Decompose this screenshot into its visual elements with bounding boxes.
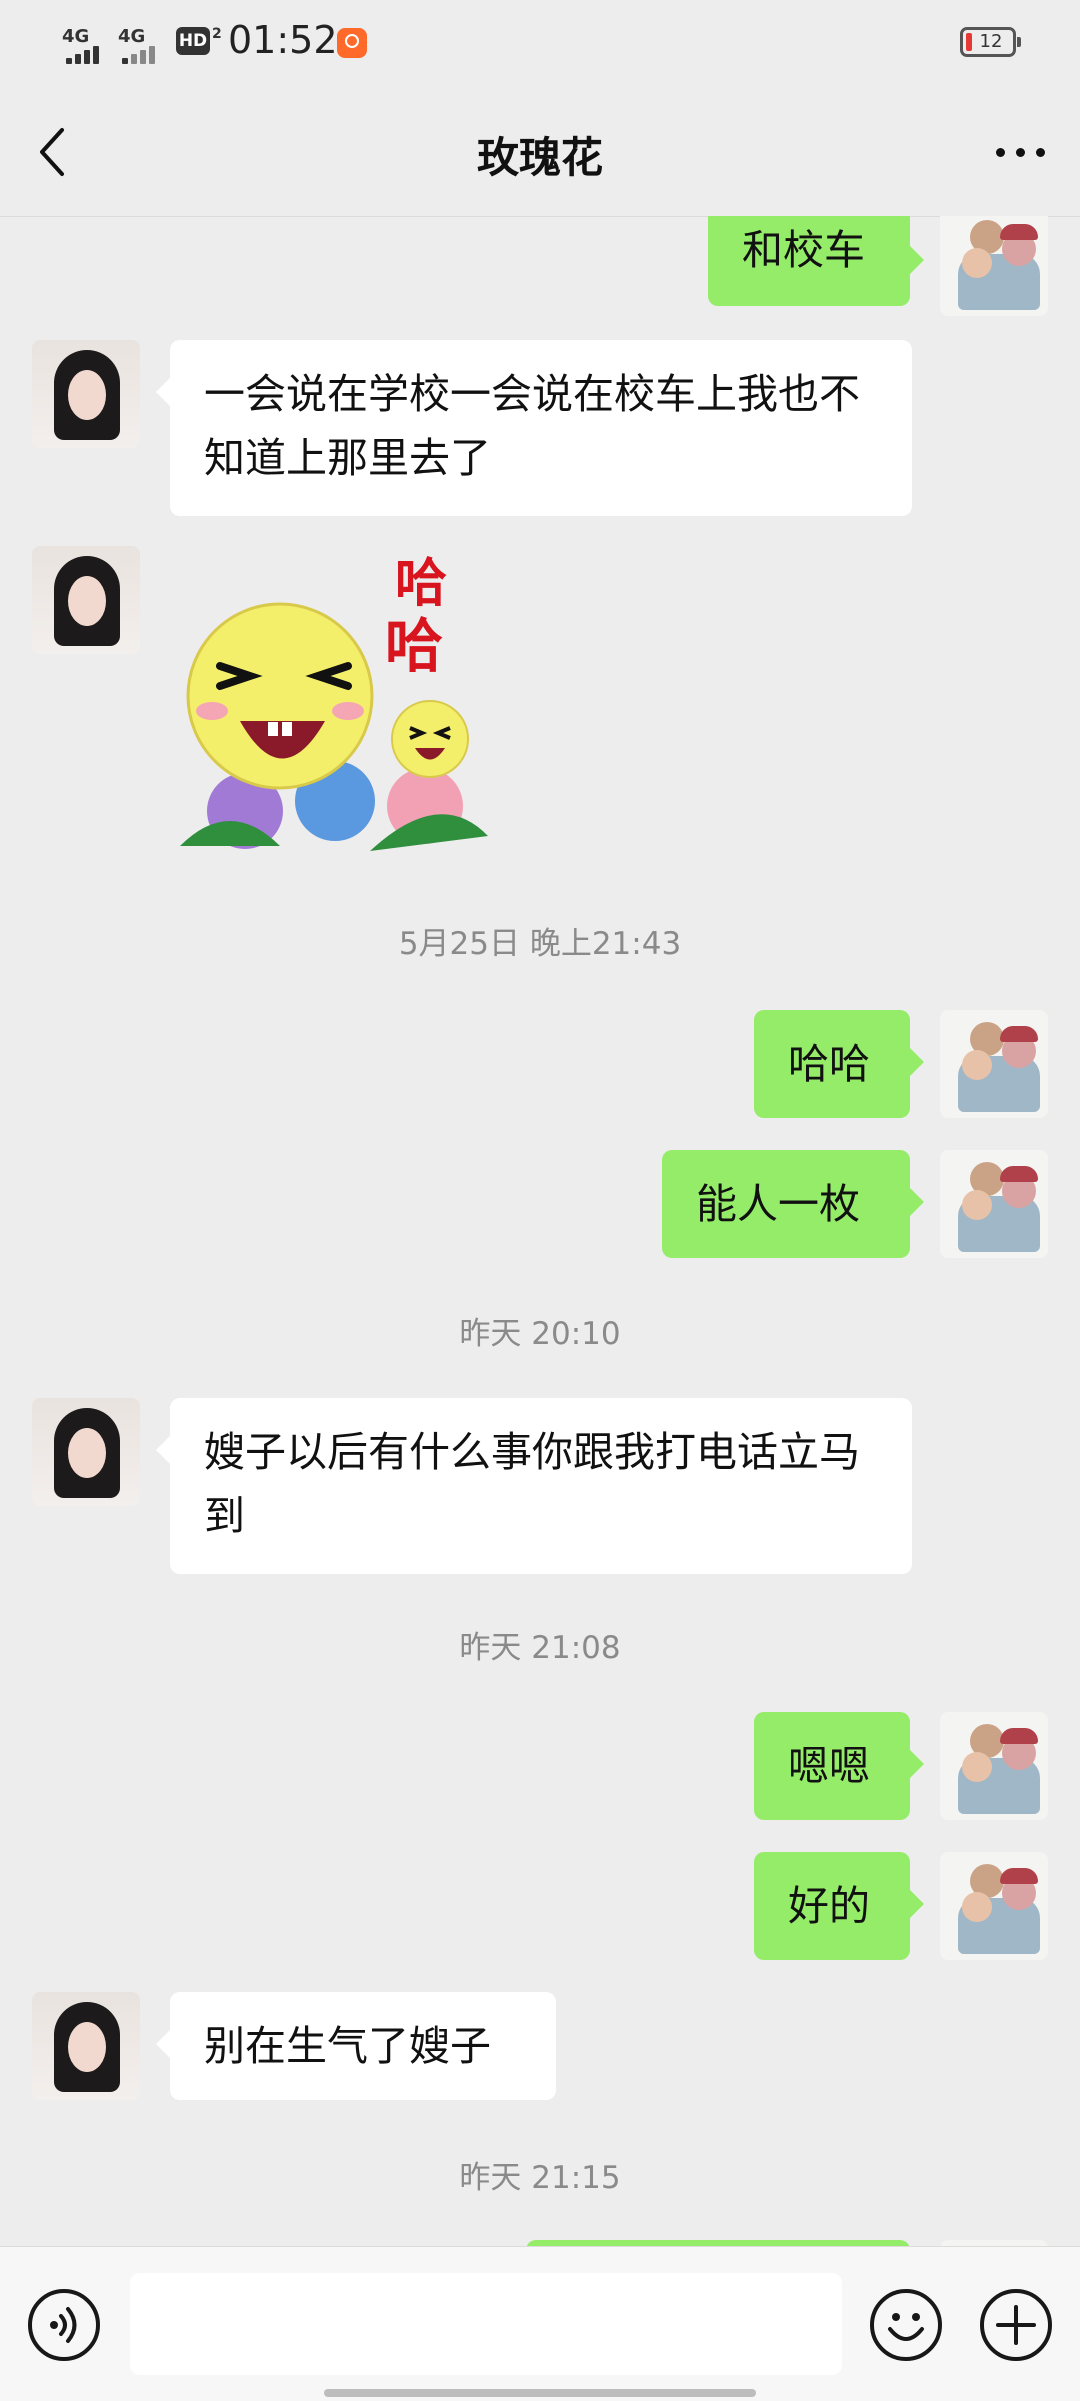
battery-level: 12 [979,31,1003,52]
my-avatar[interactable] [940,1150,1048,1258]
message-bubble-outgoing[interactable]: 好的 [754,1852,924,1960]
clock: 01:52 [228,18,338,62]
battery-icon: 12 [960,27,1021,57]
message-bubble-incoming[interactable]: 嫂子以后有什么事你跟我打电话立马到 [156,1398,912,1574]
voice-input-button[interactable] [28,2289,100,2361]
contact-avatar[interactable] [32,1992,140,2100]
network-type-1: 4G [62,26,90,47]
timestamp: 5月25日 晚上21:43 [398,926,682,962]
timestamp: 昨天 21:15 [459,2160,621,2196]
chat-header: 玫瑰花 [0,86,1080,217]
message-bubble-outgoing[interactable]: 哈哈 [754,1010,924,1118]
sticker-text-2: 哈 [385,612,443,680]
voice-icon [50,2307,77,2343]
input-bar [0,2246,1080,2401]
message-bubble-incoming[interactable]: 一会说在学校一会说在校车上我也不知道上那里去了 [156,340,912,516]
message-bubble-outgoing[interactable]: 和校车 [708,216,924,306]
hd-voice-icon: HD [176,27,210,55]
my-avatar[interactable] [940,216,1048,316]
home-indicator[interactable] [324,2389,756,2397]
contact-avatar[interactable] [32,546,140,654]
my-avatar[interactable] [940,1852,1048,1960]
chat-title: 玫瑰花 [476,133,603,182]
contact-avatar[interactable] [32,340,140,448]
message-bubble-outgoing[interactable]: 能人一枚 [662,1150,924,1258]
hd-sub-label: 2 [212,26,222,42]
plus-icon [996,2305,1036,2345]
more-options-button[interactable] [990,126,1050,176]
message-list[interactable]: 和校车 一会说在学校一会说在校车上我也不知道上那里去了 哈 哈 5月25日 晚上… [0,216,1080,2246]
more-functions-button[interactable] [980,2289,1052,2361]
contact-avatar[interactable] [32,1398,140,1506]
emoji-icon [888,2313,924,2341]
timestamp: 昨天 21:08 [459,1630,621,1666]
message-bubble-outgoing[interactable]: 嗯嗯 [754,1712,924,1820]
network-type-2: 4G [118,26,146,47]
sticker-image[interactable]: 哈 哈 [170,546,500,866]
sticker-text-1: 哈 [395,554,447,614]
timestamp: 昨天 20:10 [459,1316,621,1352]
message-input[interactable] [130,2273,842,2375]
message-bubble-incoming[interactable]: 别在生气了嫂子 [156,1992,556,2100]
my-avatar[interactable] [940,1010,1048,1118]
my-avatar[interactable] [940,1712,1048,1820]
app-notification-icon [337,28,367,58]
status-bar: 4G 4G HD 2 01:52 12 [0,0,1080,86]
emoji-button[interactable] [870,2289,942,2361]
